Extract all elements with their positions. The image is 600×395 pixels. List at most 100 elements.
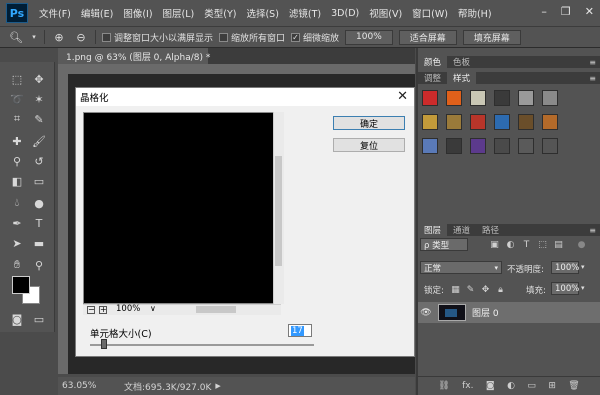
reset-button[interactable]: 复位 [333,138,405,152]
layer-row[interactable]: 👁︎ 图层 0 [418,302,600,323]
zoom-tool-icon[interactable]: ⚲ [30,256,48,274]
lasso-tool-icon[interactable]: ➰ [8,90,26,108]
panel-menu-icon[interactable]: ≡ [589,58,596,67]
panel-collapse-strip[interactable] [416,48,418,395]
move-tool-icon[interactable]: ✥ [30,70,48,88]
style-swatch[interactable] [446,138,462,154]
menu-help[interactable]: 帮助(H) [453,6,497,20]
new-layer-icon[interactable]: ⊞ [548,381,556,391]
style-swatch[interactable] [422,138,438,154]
layer-name[interactable]: 图层 0 [472,306,499,319]
pen-tool-icon[interactable]: ✒ [8,214,26,232]
link-layers-icon[interactable]: ⛓ [438,381,449,391]
menu-file[interactable]: 文件(F) [34,6,76,20]
zoom-level[interactable]: 63.05% [58,381,108,391]
layer-mask-icon[interactable]: ◙ [486,381,495,391]
fill-input[interactable]: 100% [551,282,579,295]
tab-swatches[interactable]: 色板 [447,56,476,68]
lock-all-icon[interactable]: 🔒︎ [495,284,506,295]
eyedropper-icon[interactable]: ✎ [30,110,48,128]
brush-tool-icon[interactable]: 🖌︎ [30,132,48,150]
menu-type[interactable]: 类型(Y) [199,6,241,20]
magic-wand-icon[interactable]: ✶ [30,90,48,108]
quick-mask-icon[interactable]: ◙ [8,310,26,328]
zoom-all-windows-checkbox[interactable]: 缩放所有窗口 [219,31,285,44]
dodge-tool-icon[interactable]: ● [30,194,48,212]
filter-preview[interactable] [83,112,281,304]
style-swatch[interactable] [542,114,558,130]
close-icon[interactable]: ✕ [397,89,408,104]
zoom-out-button[interactable]: − [87,306,95,314]
filter-toggle-icon[interactable]: ● [576,239,587,250]
adjustment-filter-icon[interactable]: ◐ [505,239,516,250]
zoom-in-button[interactable]: + [99,306,107,314]
style-swatch[interactable] [470,90,486,106]
path-select-icon[interactable]: ➤ [8,234,26,252]
layer-filter-dropdown[interactable]: ρ 类型 [420,238,468,251]
hand-tool-icon[interactable]: ✋︎ [8,256,26,274]
style-swatch[interactable] [494,90,510,106]
menu-layer[interactable]: 图层(L) [158,6,200,20]
adjustment-layer-icon[interactable]: ◐ [507,381,515,391]
opacity-input[interactable]: 100% [551,261,579,274]
style-swatch[interactable] [542,90,558,106]
zoom-100-button[interactable]: 100% [345,29,393,45]
tab-adjustments[interactable]: 调整 [418,72,447,84]
scrollbar-thumb[interactable] [275,156,282,266]
screen-mode-icon[interactable]: ▭ [30,310,48,328]
shape-filter-icon[interactable]: ⬚ [537,239,548,250]
menu-3d[interactable]: 3D(D) [326,8,364,19]
resize-windows-checkbox[interactable]: 调整窗口大小以满屏显示 [102,31,213,44]
healing-brush-icon[interactable]: ✚ [8,132,26,150]
crop-tool-icon[interactable]: ⌗ [8,110,26,128]
zoom-tool-icon[interactable]: 🔍︎ [8,29,24,45]
chevron-right-icon[interactable]: ▶ [215,382,220,390]
style-swatch[interactable] [422,90,438,106]
restore-icon[interactable]: ❐ [561,5,571,18]
minimize-icon[interactable]: – [541,5,547,18]
scrubby-zoom-checkbox[interactable]: ✓ 细微缩放 [291,31,339,44]
chevron-down-icon[interactable]: ▾ [581,284,585,292]
style-swatch[interactable] [518,114,534,130]
type-tool-icon[interactable]: T [30,214,48,232]
tab-styles[interactable]: 样式 [447,72,477,84]
tab-channels[interactable]: 通道 [447,224,476,236]
image-filter-icon[interactable]: ▣ [489,239,500,250]
tab-paths[interactable]: 路径 [476,224,505,236]
menu-view[interactable]: 视图(V) [364,6,407,20]
menu-filter[interactable]: 滤镜(T) [284,6,326,20]
eraser-tool-icon[interactable]: ◧ [8,172,26,190]
style-swatch[interactable] [446,90,462,106]
lock-position-icon[interactable]: ✥ [480,284,491,295]
menu-edit[interactable]: 编辑(E) [76,6,118,20]
blur-tool-icon[interactable]: 💧︎ [8,194,26,212]
style-swatch[interactable] [542,138,558,154]
style-swatch[interactable] [446,114,462,130]
trash-icon[interactable]: 🗑︎ [568,381,579,391]
eye-icon[interactable]: 👁︎ [418,308,434,318]
smart-object-filter-icon[interactable]: ▤ [553,239,564,250]
close-icon[interactable]: ✕ [585,5,594,18]
cell-size-slider[interactable] [90,344,314,346]
fill-screen-button[interactable]: 填充屏幕 [462,29,521,45]
foreground-color-swatch[interactable] [12,276,30,294]
panel-menu-icon[interactable]: ≡ [589,74,596,83]
rectangle-tool-icon[interactable]: ▬ [30,234,48,252]
cell-size-input[interactable]: 17 [288,324,312,337]
lock-transparent-icon[interactable]: ▦ [450,284,461,295]
clone-stamp-icon[interactable]: ⚲ [8,152,26,170]
zoom-out-icon[interactable]: ⊖ [73,29,89,45]
style-swatch[interactable] [470,114,486,130]
ok-button[interactable]: 确定 [333,116,405,130]
blend-mode-dropdown[interactable]: 正常 ▾ [420,261,502,274]
style-swatch[interactable] [470,138,486,154]
layer-style-icon[interactable]: fx. [462,381,473,391]
tab-layers[interactable]: 图层 [418,224,448,236]
slider-thumb[interactable] [101,339,107,349]
menu-window[interactable]: 窗口(W) [407,6,453,20]
menu-image[interactable]: 图像(I) [118,6,157,20]
history-brush-icon[interactable]: ↺ [30,152,48,170]
marquee-tool-icon[interactable]: ⬚ [8,70,26,88]
chevron-down-icon[interactable]: ▾ [30,29,38,45]
style-swatch[interactable] [518,138,534,154]
